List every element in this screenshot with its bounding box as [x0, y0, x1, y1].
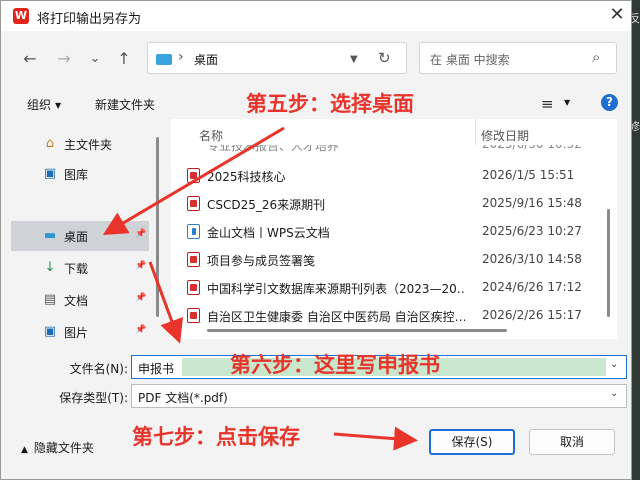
list-item[interactable]: 项目参与成员签署笺 2026/3/10 14:58: [171, 246, 617, 272]
organize-label: 组织: [27, 98, 52, 112]
desktop-folder-icon: [156, 54, 172, 65]
documents-icon: ▤: [43, 292, 57, 307]
list-item[interactable]: CSCD25_26来源期刊 2025/9/16 15:48: [171, 190, 617, 216]
sidebar-item-label: 图片: [64, 326, 89, 340]
sidebar-item-pictures[interactable]: ▣ 图片 📌: [11, 317, 149, 347]
filename-value: 申报书: [138, 362, 175, 376]
save-as-dialog: W 将打印输出另存为 ✕ ← → ⌄ ↑ › 桌面 ▼ ↻ 在 桌面 中搜索 ⌕…: [0, 0, 632, 480]
file-date: 2026/1/5 15:51: [482, 168, 575, 182]
file-date: 2026/2/26 15:17: [482, 308, 582, 322]
new-folder-button[interactable]: 新建文件夹: [95, 96, 155, 113]
column-name-header[interactable]: 名称: [199, 127, 223, 144]
wps-shortcut-icon: [187, 224, 200, 239]
annotation-step7: 第七步：点击保存: [132, 425, 300, 449]
close-button[interactable]: ✕: [607, 5, 627, 25]
horizontal-scrollbar[interactable]: [207, 329, 507, 332]
window-title: 将打印输出另存为: [37, 12, 142, 27]
sidebar-item-documents[interactable]: ▤ 文档 📌: [11, 285, 149, 315]
search-placeholder: 在 桌面 中搜索: [430, 53, 510, 67]
cancel-button[interactable]: 取消: [529, 429, 615, 455]
column-header: 名称 修改日期: [171, 119, 617, 145]
list-item[interactable]: 2025科技核心 2026/1/5 15:51: [171, 162, 617, 188]
desktop-icon: ▬: [43, 228, 57, 243]
sidebar-item-label: 桌面: [64, 230, 89, 244]
pdf-file-icon: [187, 252, 200, 267]
hide-folders-toggle[interactable]: ▲ 隐藏文件夹: [21, 439, 94, 456]
file-name: 中国科学引文数据库来源期刊列表（2023—20…: [207, 282, 465, 296]
filetype-select[interactable]: PDF 文档(*.pdf) ⌄: [131, 384, 627, 408]
sidebar-item-label: 主文件夹: [64, 138, 113, 152]
list-item[interactable]: 中国科学引文数据库来源期刊列表（2023—20… 2024/6/26 17:12: [171, 274, 617, 300]
hide-folders-label: 隐藏文件夹: [33, 441, 94, 455]
pdf-file-icon: [187, 308, 200, 323]
list-item[interactable]: 金山文档丨WPS云文档 2025/6/23 10:27: [171, 218, 617, 244]
pin-icon: 📌: [135, 325, 147, 335]
sidebar-item-home[interactable]: ⌂ 主文件夹: [11, 129, 149, 159]
sidebar-scrollbar[interactable]: [156, 137, 159, 317]
file-date: 2025/9/16 15:48: [482, 196, 582, 210]
sidebar-item-desktop[interactable]: ▬ 桌面 📌: [11, 221, 149, 251]
search-box[interactable]: 在 桌面 中搜索 ⌕: [419, 42, 617, 74]
pin-icon: 📌: [135, 293, 147, 303]
file-list: 专业技术报告、人才培养 2025/6/30 10:32 名称 修改日期 2025…: [171, 119, 617, 339]
file-name: 金山文档丨WPS云文档: [207, 226, 330, 240]
pictures-icon: ▣: [43, 324, 57, 339]
navigation-pane: ⌂ 主文件夹 ▣ 图库 ▬ 桌面 📌 ↓ 下载 📌 ▤ 文档 📌 ▣ 图片 📌: [11, 119, 161, 349]
pin-icon: 📌: [135, 229, 147, 239]
filetype-value: PDF 文档(*.pdf): [138, 391, 228, 405]
chevron-down-icon: ▼: [55, 101, 62, 110]
breadcrumb-desktop[interactable]: 桌面: [194, 51, 218, 68]
address-bar[interactable]: › 桌面: [147, 42, 407, 74]
pdf-file-icon: [187, 196, 200, 211]
vertical-scrollbar[interactable]: [607, 209, 610, 317]
forward-button[interactable]: →: [55, 50, 73, 68]
gallery-icon: ▣: [43, 166, 57, 181]
sidebar-item-label: 文档: [64, 294, 89, 308]
filename-label: 文件名(N):: [69, 362, 128, 376]
recent-locations-button[interactable]: ⌄: [86, 50, 104, 68]
help-button[interactable]: ?: [601, 94, 618, 111]
file-name: 2025科技核心: [207, 170, 286, 184]
search-icon: ⌕: [592, 48, 601, 66]
save-button[interactable]: 保存(S): [429, 429, 515, 455]
home-icon: ⌂: [45, 136, 55, 151]
sidebar-item-label: 图库: [64, 168, 89, 182]
file-date: 2025/6/23 10:27: [482, 224, 582, 238]
view-options-icon[interactable]: ≡: [541, 95, 554, 113]
refresh-button[interactable]: ↻: [378, 49, 391, 67]
chevron-down-icon[interactable]: ⌄: [610, 359, 618, 370]
file-name: 自治区卫生健康委 自治区中医药局 自治区疾控…: [207, 310, 465, 324]
breadcrumb-separator: ›: [178, 49, 184, 65]
title-bar: W 将打印输出另存为 ✕: [1, 1, 631, 31]
chevron-up-icon: ▲: [21, 445, 28, 455]
back-button[interactable]: ←: [21, 50, 39, 68]
pdf-file-icon: [187, 280, 200, 295]
sidebar-item-downloads[interactable]: ↓ 下载 📌: [11, 253, 149, 283]
list-item[interactable]: 自治区卫生健康委 自治区中医药局 自治区疾控… 2026/2/26 15:17: [171, 302, 617, 328]
sidebar-item-gallery[interactable]: ▣ 图库: [11, 159, 149, 189]
column-date-header[interactable]: 修改日期: [481, 127, 529, 144]
file-date: 2026/3/10 14:58: [482, 252, 582, 266]
list-item[interactable]: 专业技术报告、人才培养 2025/6/30 10:32: [171, 137, 617, 157]
file-name: 项目参与成员签署笺: [207, 254, 316, 268]
wps-logo-icon: W: [13, 8, 29, 24]
annotation-step5: 第五步：选择桌面: [246, 92, 414, 116]
chevron-down-icon[interactable]: ▼: [564, 98, 570, 107]
sidebar-item-label: 下载: [64, 262, 89, 276]
filetype-label: 保存类型(T):: [59, 391, 128, 405]
column-divider[interactable]: [475, 119, 476, 145]
file-date: 2024/6/26 17:12: [482, 280, 582, 294]
download-icon: ↓: [44, 260, 56, 275]
pdf-file-icon: [187, 168, 200, 183]
annotation-step6: 第六步：这里写申报书: [230, 353, 440, 377]
organize-menu[interactable]: 组织 ▼: [27, 96, 61, 113]
address-dropdown-icon[interactable]: ▼: [350, 54, 358, 65]
chevron-down-icon[interactable]: ⌄: [610, 388, 618, 399]
pin-icon: 📌: [135, 261, 147, 271]
file-name: CSCD25_26来源期刊: [207, 198, 326, 212]
up-button[interactable]: ↑: [115, 50, 133, 68]
